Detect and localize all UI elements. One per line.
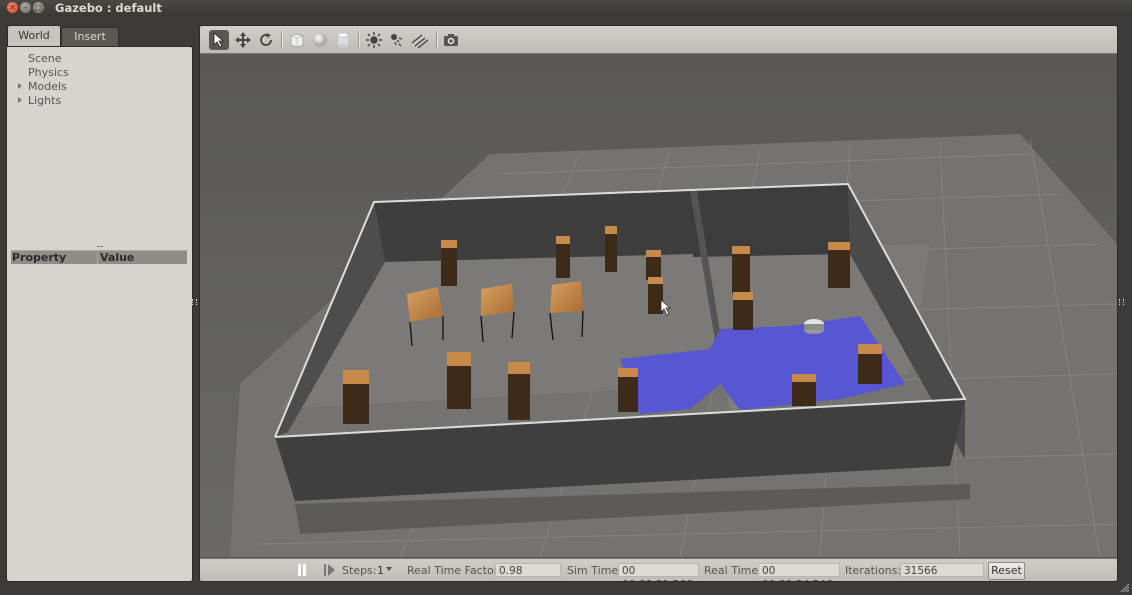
point-light-icon[interactable]	[364, 30, 384, 50]
sim-time-label: Sim Time:	[567, 564, 622, 577]
3d-viewport[interactable]	[200, 54, 1117, 558]
tab-world[interactable]: World	[7, 25, 61, 47]
property-table-header: Property Value	[11, 250, 187, 264]
real-time-factor-label: Real Time Factor:	[407, 564, 502, 577]
value-column-header[interactable]: Value	[100, 251, 134, 264]
reset-button[interactable]: Reset	[988, 562, 1025, 580]
toolbar-separator	[281, 31, 283, 48]
world-tree-panel: Scene Physics Models Lights Property Val…	[6, 46, 193, 582]
left-splitter-grip[interactable]	[192, 299, 197, 305]
tree-item-label: Scene	[28, 52, 62, 65]
translate-icon[interactable]	[233, 30, 253, 50]
column-divider[interactable]	[97, 251, 98, 264]
spot-light-icon[interactable]	[387, 30, 407, 50]
expand-arrow-icon[interactable]	[18, 83, 22, 89]
simulation-status-bar: Steps: 1 Real Time Factor: 0.98 Sim Time…	[200, 558, 1117, 581]
real-time-field: 00 00:00:34.346	[758, 563, 840, 581]
tree-item-lights[interactable]: Lights	[18, 94, 62, 107]
step-forward-icon[interactable]	[324, 564, 336, 576]
toolbar	[200, 26, 1117, 54]
select-arrow-icon[interactable]	[209, 30, 229, 50]
cylinder-icon[interactable]	[333, 30, 353, 50]
tree-item-label: Lights	[28, 94, 62, 107]
right-splitter-grip[interactable]	[1119, 299, 1124, 305]
tree-item-scene[interactable]: Scene	[28, 52, 62, 65]
iterations-field: 31566	[900, 563, 984, 577]
window-titlebar: ✕ – □ Gazebo : default	[0, 0, 1132, 16]
window-minimize-button[interactable]: –	[20, 2, 31, 13]
real-time-label: Real Time:	[704, 564, 762, 577]
steps-label: Steps:	[342, 564, 377, 577]
scene-render	[200, 54, 1117, 558]
real-time-factor-field: 0.98	[495, 563, 561, 577]
tab-insert[interactable]: Insert	[61, 27, 119, 46]
toolbar-separator	[436, 31, 438, 48]
window-maximize-button[interactable]: □	[33, 2, 44, 13]
screenshot-icon[interactable]	[441, 30, 461, 50]
steps-dropdown-icon[interactable]	[386, 567, 392, 571]
sphere-icon[interactable]	[310, 30, 330, 50]
main-viewport-frame: Steps: 1 Real Time Factor: 0.98 Sim Time…	[199, 25, 1118, 582]
far-wall-right	[693, 184, 850, 257]
tree-item-label: Models	[28, 80, 67, 93]
box-icon[interactable]	[287, 30, 307, 50]
pause-icon[interactable]	[297, 564, 307, 576]
left-panel: World Insert Scene Physics Models Lights…	[6, 25, 193, 582]
sim-time-field: 00 00:00:31.566	[618, 563, 699, 581]
window-close-button[interactable]: ✕	[7, 2, 18, 13]
turtlebot-robot	[804, 319, 824, 334]
tree-item-label: Physics	[28, 66, 69, 79]
iterations-label: Iterations:	[845, 564, 902, 577]
resize-grip-icon[interactable]	[1119, 582, 1129, 592]
tree-item-physics[interactable]: Physics	[28, 66, 69, 79]
window-title: Gazebo : default	[55, 1, 162, 15]
expand-arrow-icon[interactable]	[18, 97, 22, 103]
toolbar-separator	[358, 31, 360, 48]
property-column-header[interactable]: Property	[12, 251, 66, 264]
steps-value[interactable]: 1	[377, 564, 384, 577]
directional-light-icon[interactable]	[410, 30, 430, 50]
tree-item-models[interactable]: Models	[18, 80, 67, 93]
rotate-icon[interactable]	[256, 30, 276, 50]
